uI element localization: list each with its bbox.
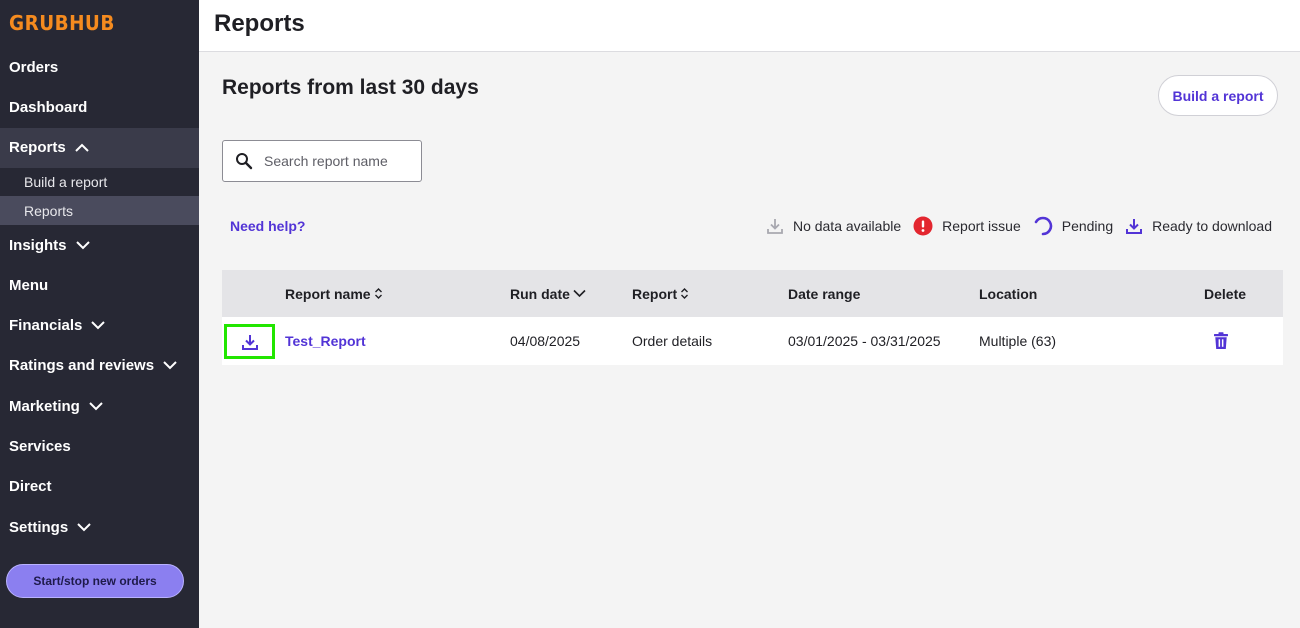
delete-button[interactable] [1213, 317, 1229, 365]
sidebar-item-direct[interactable]: Direct [0, 467, 199, 507]
sidebar-item-financials[interactable]: Financials [0, 305, 199, 345]
legend-item-report-issue: Report issue [913, 216, 1021, 236]
col-report[interactable]: Report [632, 270, 689, 317]
col-date-range: Date range [788, 270, 860, 317]
status-legend: No data available Report issue Pending R… [754, 216, 1272, 236]
column-label: Location [979, 285, 1038, 302]
chevron-up-icon [74, 141, 89, 155]
report-type-cell: Order details [632, 333, 713, 349]
chevron-down-icon [163, 359, 177, 373]
legend-label: No data available [792, 218, 902, 234]
date-range-cell: 03/01/2025 - 03/31/2025 [788, 333, 941, 349]
sidebar-item-dashboard[interactable]: Dashboard [0, 87, 199, 127]
sidebar-item-services[interactable]: Services [0, 426, 199, 466]
report-issue-icon [913, 216, 933, 236]
sidebar-subitem-reports[interactable]: Reports [0, 196, 199, 225]
legend-label: Pending [1061, 218, 1114, 234]
sidebar-item-label: Dashboard [9, 98, 88, 116]
search-box[interactable] [222, 140, 422, 182]
column-label: Delete [1204, 285, 1247, 302]
need-help-link[interactable]: Need help? [230, 218, 305, 234]
sort-icon [680, 287, 689, 300]
col-report-name[interactable]: Report name [285, 270, 383, 317]
section-title: Reports from last 30 days [222, 76, 479, 99]
sidebar-item-marketing[interactable]: Marketing [0, 386, 199, 426]
search-icon [235, 152, 253, 170]
column-label: Report [632, 285, 678, 302]
trash-icon [1214, 332, 1228, 349]
chevron-down-icon [89, 399, 103, 413]
pending-icon [1034, 216, 1052, 236]
download-report-button[interactable] [224, 324, 275, 359]
download-icon [1126, 219, 1143, 234]
search-input[interactable] [264, 153, 414, 169]
sidebar-item-menu[interactable]: Menu [0, 265, 199, 305]
sidebar-item-settings[interactable]: Settings [0, 507, 199, 547]
legend-item-ready: Ready to download [1125, 217, 1272, 235]
col-location: Location [979, 270, 1037, 317]
run-date-cell: 04/08/2025 [510, 333, 581, 349]
grubhub-logo[interactable]: GRUBHUB [9, 11, 115, 35]
page-header: Reports [199, 0, 1300, 52]
sort-icon [374, 287, 383, 300]
column-label: Report name [285, 285, 371, 302]
table-row: Test_Report 04/08/2025 Order details 03/… [222, 317, 1283, 365]
sidebar-item-label: Services [9, 438, 71, 456]
report-name-link[interactable]: Test_Report [285, 317, 366, 365]
sidebar-item-ratings-reviews[interactable]: Ratings and reviews [0, 346, 199, 386]
legend-label: Report issue [942, 218, 1021, 234]
chevron-down-icon [77, 520, 91, 534]
sidebar-item-label: Insights [9, 236, 67, 254]
sidebar-item-label: Reports [9, 139, 66, 157]
sidebar-nav: Orders Dashboard Reports Build a report … [0, 47, 199, 547]
build-report-button[interactable]: Build a report [1158, 75, 1278, 116]
column-label: Date range [788, 285, 861, 302]
download-icon [241, 334, 258, 350]
chevron-down-icon [573, 289, 586, 298]
sidebar-item-orders[interactable]: Orders [0, 47, 199, 87]
download-disabled-icon [767, 219, 783, 234]
legend-item-no-data: No data available [766, 217, 901, 235]
sidebar-subitem-build-report[interactable]: Build a report [0, 168, 199, 197]
page-title: Reports [214, 10, 305, 37]
sidebar-item-reports[interactable]: Reports [0, 127, 199, 168]
sidebar-item-label: Orders [9, 58, 59, 76]
col-delete: Delete [1204, 270, 1246, 317]
col-run-date[interactable]: Run date [510, 270, 586, 317]
legend-label: Ready to download [1152, 218, 1272, 234]
sidebar-item-label: Marketing [9, 397, 80, 415]
sidebar-item-label: Settings [9, 518, 69, 536]
sidebar-item-insights[interactable]: Insights [0, 225, 199, 265]
chevron-down-icon [75, 238, 90, 252]
sidebar: GRUBHUB Orders Dashboard Reports Build a… [0, 0, 199, 628]
sidebar-item-label: Financials [9, 317, 83, 335]
sidebar-item-label: Menu [9, 276, 49, 294]
sidebar-item-label: Ratings and reviews [9, 357, 155, 375]
column-label: Run date [510, 285, 570, 302]
reports-table: Report name Run date Report Date range L… [222, 270, 1283, 365]
location-cell: Multiple (63) [979, 333, 1057, 349]
legend-item-pending: Pending [1033, 216, 1113, 236]
chevron-down-icon [91, 319, 106, 333]
start-stop-orders-button[interactable]: Start/stop new orders [6, 564, 184, 598]
table-header: Report name Run date Report Date range L… [222, 270, 1283, 317]
sidebar-item-label: Direct [9, 478, 52, 496]
